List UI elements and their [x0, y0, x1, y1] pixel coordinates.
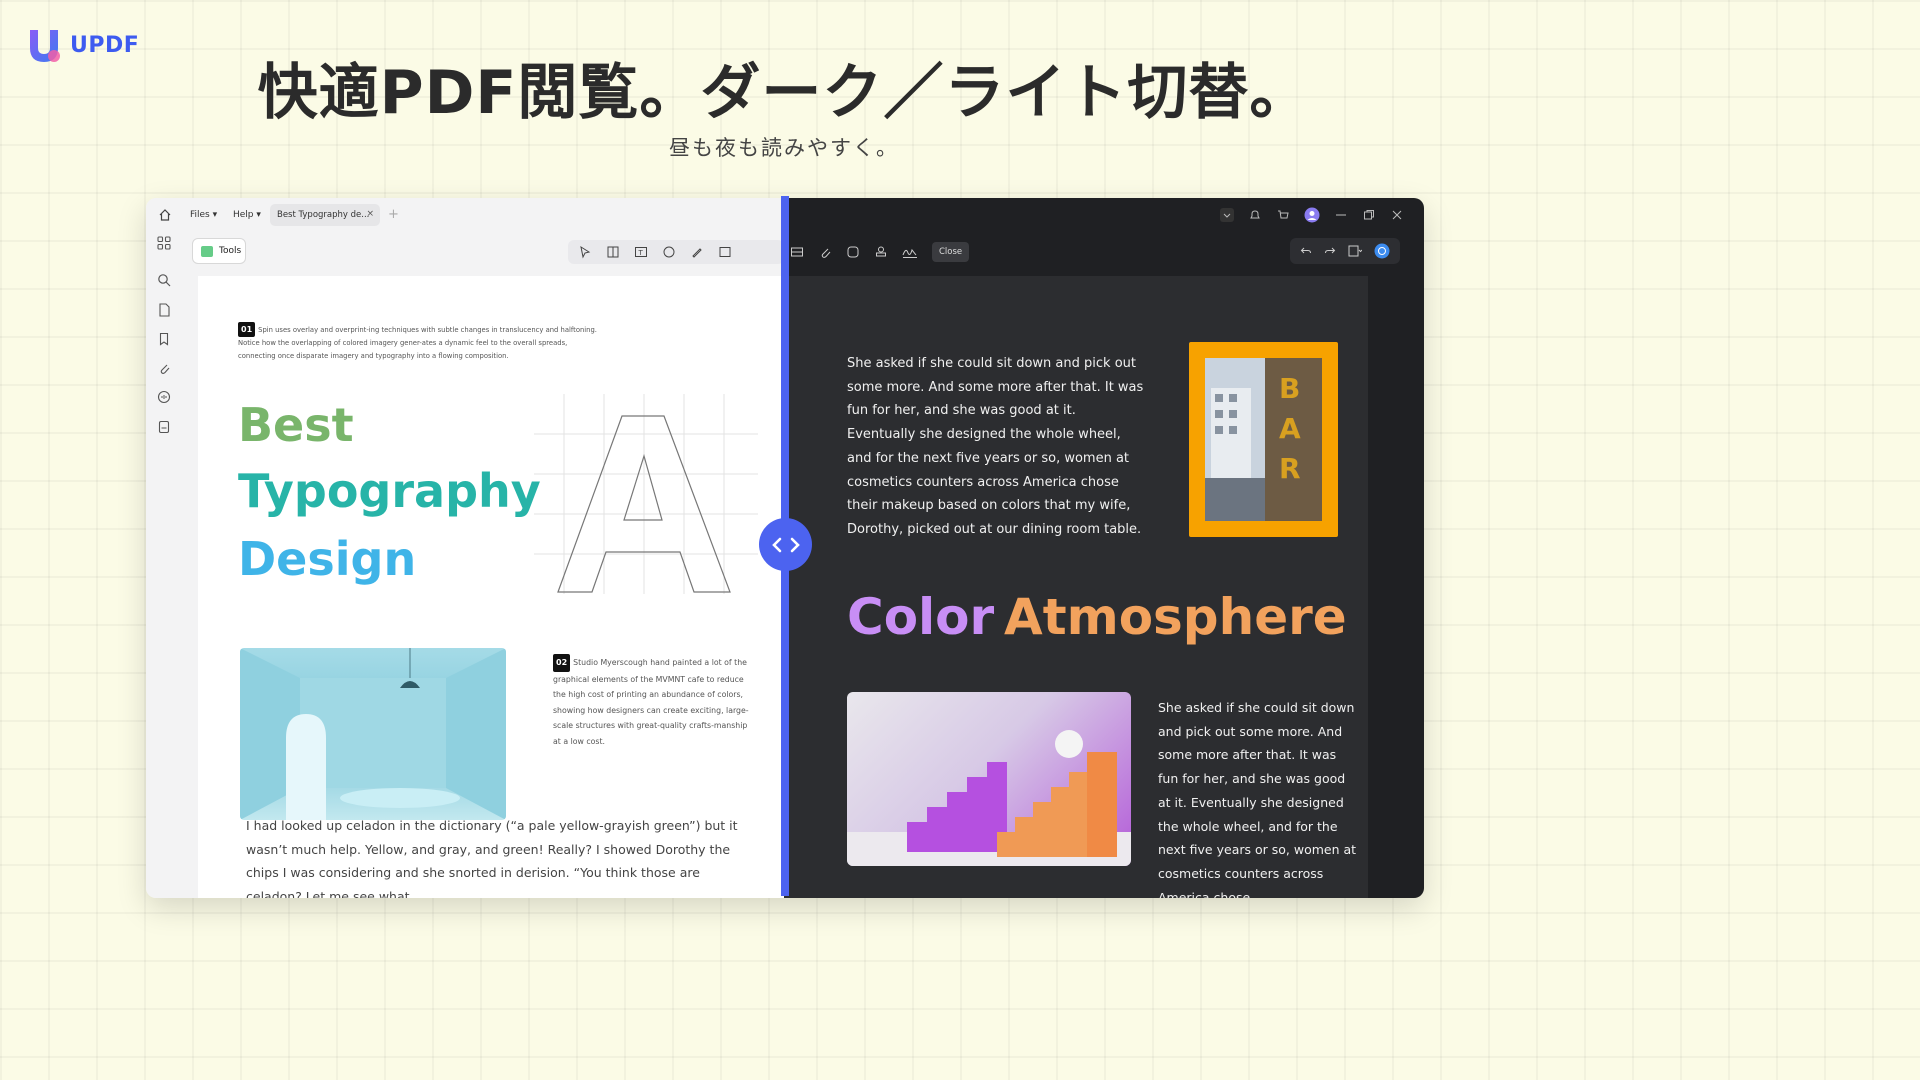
text-box-icon[interactable]: T [634, 245, 648, 259]
home-icon[interactable] [158, 208, 172, 222]
user-avatar-icon[interactable] [1304, 207, 1320, 223]
toolbar-dark: Close [784, 240, 970, 264]
files-menu[interactable]: Files ▾ [190, 210, 217, 220]
pdf-page-light: 01 Spin uses overlay and overprint-ing te… [198, 276, 784, 898]
title-atmosphere: Atmosphere [1004, 588, 1347, 646]
hero-subhead: 昼も夜も読みやすく。 [669, 136, 899, 160]
attach-icon[interactable] [818, 245, 832, 259]
minimize-icon[interactable] [1334, 208, 1348, 222]
tools-icon [201, 246, 213, 257]
tab-close-icon[interactable]: × [366, 209, 374, 219]
undo-icon[interactable] [1300, 245, 1312, 257]
help-menu[interactable]: Help ▾ [233, 210, 261, 220]
notification-bell-icon[interactable] [1248, 208, 1262, 222]
chevron-left-right-icon [771, 537, 800, 552]
ai-document-icon[interactable] [157, 420, 171, 434]
title-design: Design [238, 532, 417, 586]
letter-a-grid-illustration [534, 394, 758, 594]
document-tab[interactable]: Best Typography de... × [270, 204, 380, 226]
comment-bubble-icon[interactable] [662, 245, 676, 259]
paragraph-01: 01 Spin uses overlay and overprint-ing te… [238, 322, 600, 363]
pen-icon[interactable] [690, 245, 704, 259]
hero-headline: 快適PDF閲覧。ダーク／ライト切替。 [257, 58, 1311, 128]
page-layout-icon[interactable] [606, 245, 620, 259]
step-badge-01: 01 [238, 322, 256, 337]
step-badge-02: 02 [553, 654, 571, 672]
page-thumbnail-icon[interactable] [157, 303, 171, 317]
toolbar-light: Tools T [182, 236, 784, 268]
form-field-icon[interactable] [790, 245, 804, 259]
chevron-down-icon[interactable] [1220, 208, 1234, 222]
close-window-icon[interactable] [1390, 208, 1404, 222]
blue-room-image [240, 648, 506, 820]
title-best: Best [238, 398, 354, 452]
light-mode-panel: Files ▾ Help ▾ Best Typography de... × +… [146, 198, 784, 898]
history-toolbar [1290, 238, 1400, 264]
left-sidebar [146, 228, 182, 898]
svg-text:A: A [1279, 412, 1301, 445]
stamp-icon[interactable] [874, 245, 888, 259]
signature-icon[interactable] [902, 245, 918, 259]
search-icon[interactable] [157, 273, 171, 287]
title-color: Color [847, 588, 995, 646]
dark-mode-panel: Close She asked if she could sit down an… [784, 198, 1424, 898]
ai-assistant-icon[interactable] [1374, 243, 1390, 259]
sticker-icon[interactable] [846, 245, 860, 259]
close-toolbar-button[interactable]: Close [932, 242, 970, 262]
save-icon[interactable] [1348, 245, 1362, 257]
titlebar-light: Files ▾ Help ▾ Best Typography de... × + [146, 198, 784, 234]
stairs-image [847, 692, 1131, 866]
cart-icon[interactable] [1276, 208, 1290, 222]
redo-icon[interactable] [1324, 245, 1336, 257]
comparison-slider-handle[interactable] [759, 518, 812, 571]
title-typography: Typography [238, 464, 541, 518]
apps-grid-icon[interactable] [157, 236, 171, 250]
comment-icon[interactable] [157, 390, 171, 404]
paragraph-02: 02 Studio Myerscough hand painted a lot o… [553, 654, 749, 750]
pdf-page-dark: She asked if she could sit down and pick… [784, 276, 1368, 898]
bar-letters: B [1279, 372, 1300, 405]
dark-paragraph-2: She asked if she could sit down and pick… [1158, 700, 1357, 898]
dark-paragraph-1: She asked if she could sit down and pick… [847, 356, 1144, 537]
document-tab-title: Best Typography de... [277, 210, 370, 220]
attachment-icon[interactable] [157, 361, 171, 375]
tools-button[interactable]: Tools [192, 238, 246, 264]
svg-text:T: T [638, 249, 644, 257]
select-cursor-icon[interactable] [578, 245, 592, 259]
rectangle-shape-icon[interactable] [718, 245, 732, 259]
add-tab-icon[interactable]: + [388, 207, 399, 222]
paragraph-celadon: I had looked up celadon in the dictionar… [246, 818, 738, 898]
svg-text:R: R [1279, 452, 1301, 485]
restore-icon[interactable] [1362, 208, 1376, 222]
annotation-toolbar: T [568, 240, 784, 264]
bookmark-icon[interactable] [157, 332, 171, 346]
window-controls [1220, 206, 1404, 224]
bar-sign-image: B A R [1189, 342, 1338, 537]
